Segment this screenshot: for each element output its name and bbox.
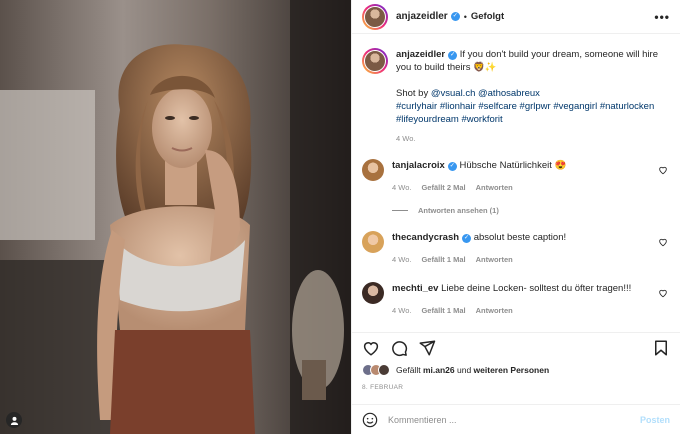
post-sidebar: anjazeidler ✓ • Gefolgt ••• anjazeidler ✓… xyxy=(351,0,680,434)
comment-text: absolut beste caption! xyxy=(473,232,567,243)
verified-badge-icon: ✓ xyxy=(447,162,457,171)
comment-likes-link[interactable]: Gefällt 2 Mal xyxy=(421,181,465,194)
author-username[interactable]: anjazeidler xyxy=(396,11,448,22)
caption-timestamp: 4 Wo. xyxy=(396,134,416,143)
view-replies-label: Antworten ansehen (1) xyxy=(418,206,499,215)
liker-username[interactable]: mi.an26 xyxy=(423,365,455,375)
follow-status-button[interactable]: Gefolgt xyxy=(471,11,504,22)
comment-timestamp: 4 Wo. xyxy=(392,183,412,192)
shot-by-label: Shot by xyxy=(396,88,429,99)
commenter-avatar[interactable] xyxy=(362,282,384,304)
post-caption: anjazeidler ✓ If you don't build your dre… xyxy=(362,48,668,143)
emoji-icon[interactable] xyxy=(362,412,378,428)
hashtags-link[interactable]: #lifeyourdream #workforit xyxy=(396,114,503,125)
commenter-avatar[interactable] xyxy=(362,159,384,181)
commenter-avatar[interactable] xyxy=(362,231,384,253)
comment-item: thecandycrash ✓ absolut beste caption! 4 … xyxy=(362,231,668,266)
reply-button[interactable]: Antworten xyxy=(476,253,513,266)
likes-middle: und xyxy=(456,365,472,375)
heart-icon[interactable] xyxy=(658,288,668,298)
hashtags-link[interactable]: #curlyhair #lionhair #selfcare #grlpwr #… xyxy=(396,101,654,112)
other-likers-link[interactable]: weiteren Personen xyxy=(474,365,550,375)
ellipsis-icon[interactable]: ••• xyxy=(654,10,670,24)
comment-text: Hübsche Natürlichkeit 😍 xyxy=(459,160,567,171)
add-comment-bar: Kommentieren ... Posten xyxy=(352,404,680,434)
photo-illustration xyxy=(0,0,351,434)
comment-text: Liebe deine Locken- solltest du öfter tr… xyxy=(441,283,632,294)
comments-scroll-area[interactable]: anjazeidler ✓ If you don't build your dre… xyxy=(352,34,680,332)
mention-link[interactable]: @athosabreux xyxy=(478,88,540,99)
comment-likes-link[interactable]: Gefällt 1 Mal xyxy=(421,304,465,317)
comment-bubble-icon[interactable] xyxy=(390,339,408,357)
verified-badge-icon: ✓ xyxy=(462,234,472,243)
caption-author-avatar[interactable] xyxy=(362,48,388,74)
likes-prefix: Gefällt xyxy=(396,365,421,375)
bookmark-icon[interactable] xyxy=(652,339,670,357)
commenter-username[interactable]: tanjalacroix xyxy=(392,160,445,171)
like-heart-icon[interactable] xyxy=(362,339,380,357)
comment-likes-link[interactable]: Gefällt 1 Mal xyxy=(421,253,465,266)
mention-link[interactable]: @vsual.ch xyxy=(431,88,476,99)
separator-dot: • xyxy=(463,11,467,22)
likes-summary: Gefällt mi.an26 und weiteren Personen xyxy=(352,362,680,378)
liker-avatar xyxy=(378,364,390,376)
post-actions-bar xyxy=(352,332,680,362)
verified-badge-icon: ✓ xyxy=(450,12,460,21)
instagram-post-modal: anjazeidler ✓ • Gefolgt ••• anjazeidler ✓… xyxy=(0,0,680,434)
comment-item: tanjalacroix ✓ Hübsche Natürlichkeit 😍 4 … xyxy=(362,159,668,194)
tagged-user-icon[interactable] xyxy=(6,412,22,428)
view-replies-button[interactable]: Antworten ansehen (1) xyxy=(392,206,668,215)
reply-button[interactable]: Antworten xyxy=(476,304,513,317)
post-photo[interactable] xyxy=(0,0,351,434)
share-paper-plane-icon[interactable] xyxy=(418,339,436,357)
liker-avatars xyxy=(362,364,390,376)
reply-button[interactable]: Antworten xyxy=(476,181,513,194)
heart-icon[interactable] xyxy=(658,165,668,175)
post-header: anjazeidler ✓ • Gefolgt ••• xyxy=(352,0,680,34)
author-avatar[interactable] xyxy=(362,3,388,30)
post-date: 8. FEBRUAR xyxy=(362,384,404,391)
comment-item: mechti_ev Liebe deine Locken- solltest d… xyxy=(362,282,668,317)
caption-username[interactable]: anjazeidler xyxy=(396,49,445,60)
commenter-username[interactable]: mechti_ev xyxy=(392,283,438,294)
heart-icon[interactable] xyxy=(658,237,668,247)
comment-input[interactable]: Kommentieren ... xyxy=(388,415,640,425)
verified-badge-icon: ✓ xyxy=(448,51,458,60)
comment-timestamp: 4 Wo. xyxy=(392,255,412,264)
post-comment-button[interactable]: Posten xyxy=(640,415,670,425)
comment-timestamp: 4 Wo. xyxy=(392,306,412,315)
commenter-username[interactable]: thecandycrash xyxy=(392,232,459,243)
